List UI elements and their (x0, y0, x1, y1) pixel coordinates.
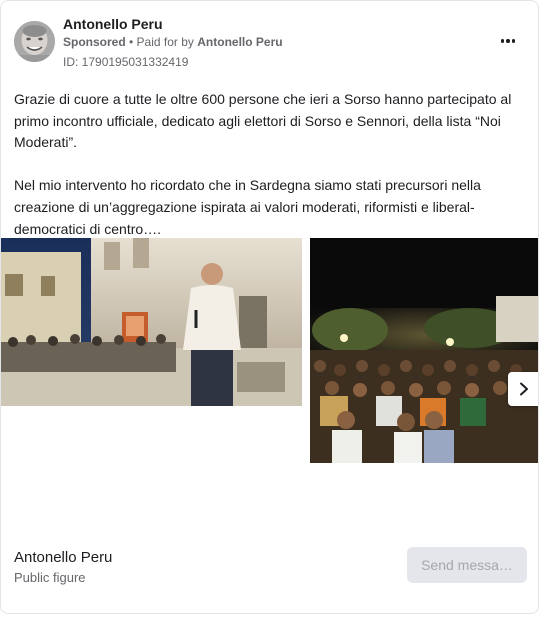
page-avatar[interactable] (14, 21, 55, 62)
audience-photo (310, 238, 538, 463)
speaker-photo (1, 238, 302, 406)
post-paragraph: Grazie di cuore a tutte le oltre 600 per… (14, 91, 512, 151)
paid-for-prefix: Paid for by (136, 35, 198, 49)
image-carousel (1, 238, 538, 463)
footer-page-category: Public figure (14, 570, 86, 585)
avatar-photo (14, 21, 55, 62)
post-text: Grazie di cuore a tutte le oltre 600 per… (14, 89, 514, 240)
ad-id: ID: 1790195031332419 (63, 55, 189, 69)
page-name[interactable]: Antonello Peru (63, 16, 163, 32)
more-horizontal-icon[interactable] (497, 32, 519, 50)
footer-page-name[interactable]: Antonello Peru (14, 549, 112, 566)
separator: • (125, 35, 137, 49)
sponsored-label: Sponsored (63, 35, 126, 49)
post-paragraph: Nel mio intervento ho ricordato che in S… (14, 177, 481, 237)
carousel-image-audience[interactable] (310, 238, 538, 463)
paid-for-name: Antonello Peru (197, 35, 283, 49)
chevron-right-icon[interactable] (508, 372, 538, 406)
ad-card: Antonello Peru Sponsored • Paid for by A… (0, 0, 539, 614)
carousel-image-speaker[interactable] (1, 238, 302, 406)
send-message-button[interactable]: Send messa… (407, 547, 527, 583)
sponsored-line: Sponsored • Paid for by Antonello Peru (63, 35, 283, 49)
